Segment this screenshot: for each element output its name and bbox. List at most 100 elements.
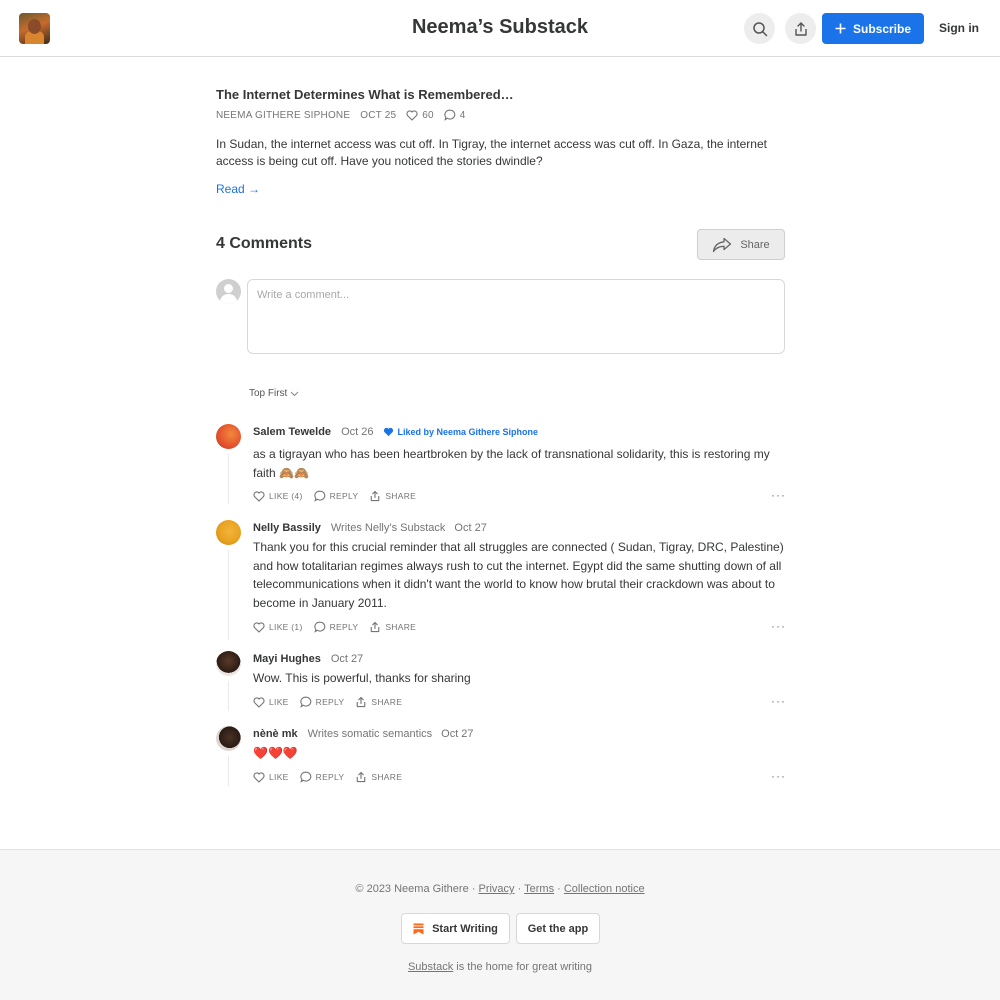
comment-bubble-icon [299,696,311,708]
upload-share-icon [357,696,366,708]
avatar[interactable] [216,651,241,676]
comment-body: Thank you for this crucial reminder that… [253,540,784,610]
like-button[interactable]: LIKE (4) [253,490,303,502]
reply-label: REPLY [329,491,359,501]
comment-actions: LIKE REPLY SHARE [253,696,413,708]
like-label: LIKE [269,697,289,707]
share-label: SHARE [385,622,417,632]
like-button[interactable]: LIKE [253,696,289,708]
comments-heading: 4 Comments [216,235,313,252]
chevron-down-icon [290,391,299,396]
share-comment-button[interactable]: SHARE [355,696,402,708]
reply-button[interactable]: REPLY [313,490,359,502]
thread-line [228,550,229,640]
share-arrow-icon [713,237,732,252]
heart-icon [406,109,418,121]
heart-icon [253,696,265,708]
privacy-link[interactable]: Privacy [478,883,514,895]
comment-bubble-icon [313,621,325,633]
reply-button[interactable]: REPLY [299,696,345,708]
like-label: LIKE (4) [269,491,303,501]
comment-header: nènè mk Writes somatic semantics Oct 27 [253,728,484,740]
substack-logo-icon [413,923,424,934]
comment-header: Nelly Bassily Writes Nelly’s Substack Oc… [253,522,497,534]
comment-author-publication[interactable]: Writes Nelly’s Substack [331,522,446,534]
share-label: SHARE [371,772,403,782]
liked-by-badge: Liked by Neema Githere Siphone [383,427,538,437]
footer: © 2023 Neema Githere · Privacy · Terms ·… [0,849,1000,1000]
like-button[interactable]: LIKE (1) [253,621,303,633]
comment-header: Mayi Hughes Oct 27 [253,653,373,665]
sort-label: Top First [249,388,288,399]
get-app-button[interactable]: Get the app [516,913,600,944]
like-label: LIKE [269,772,289,782]
comment-date[interactable]: Oct 27 [331,653,363,665]
more-options-icon[interactable]: ··· [771,488,786,502]
comment-author[interactable]: Mayi Hughes [253,653,321,665]
post-comment-count: 4 [459,109,466,121]
sign-in-link[interactable]: Sign in [939,21,979,35]
comment-author[interactable]: Salem Tewelde [253,426,331,438]
avatar[interactable] [216,424,241,449]
comment-body: ❤️❤️❤️ [253,746,298,760]
comment-author-publication[interactable]: Writes somatic semantics [308,728,433,740]
share-label: SHARE [371,697,403,707]
comment-actions: LIKE (1) REPLY SHARE [253,621,427,633]
comment-body: as a tigrayan who has been heartbroken b… [253,447,770,480]
more-options-icon[interactable]: ··· [771,769,786,783]
like-button[interactable]: LIKE [253,771,289,783]
share-button[interactable]: Share [697,229,785,260]
comment-header: Salem Tewelde Oct 26 Liked by Neema Gith… [253,426,538,438]
terms-link[interactable]: Terms [524,883,554,895]
liked-by-text: Liked by Neema Githere Siphone [397,427,539,437]
collection-notice-link[interactable]: Collection notice [564,883,645,895]
start-writing-button[interactable]: Start Writing [401,913,510,944]
comment-input[interactable] [247,279,785,354]
share-label: SHARE [385,491,417,501]
footer-legal-line: © 2023 Neema Githere · Privacy · Terms ·… [355,883,645,895]
reply-button[interactable]: REPLY [299,771,345,783]
share-comment-button[interactable]: SHARE [355,771,402,783]
post-comments-button[interactable]: 4 [444,109,466,121]
read-link[interactable]: Read → [216,182,260,196]
post-meta: NEEMA GITHERE SIPHONE OCT 25 60 4 [216,109,476,121]
heart-icon [253,621,265,633]
comment-body: Wow. This is powerful, thanks for sharin… [253,671,471,685]
upload-share-icon [794,21,807,36]
share-comment-button[interactable]: SHARE [369,490,416,502]
sort-dropdown[interactable]: Top First [249,388,299,399]
comment-author[interactable]: Nelly Bassily [253,522,321,534]
post-author[interactable]: NEEMA GITHERE SIPHONE [216,110,350,121]
thread-line [228,681,229,711]
search-button[interactable] [744,13,775,44]
top-bar: Neema’s Substack Subscribe Sign in [0,0,1000,57]
more-options-icon[interactable]: ··· [771,694,786,708]
comment-actions: LIKE REPLY SHARE [253,771,413,783]
more-options-icon[interactable]: ··· [771,619,786,633]
comment-date[interactable]: Oct 27 [454,522,486,534]
share-publication-button[interactable] [785,13,816,44]
reply-label: REPLY [315,697,345,707]
post-like-button[interactable]: 60 [406,110,434,121]
start-writing-label: Start Writing [432,922,498,935]
avatar[interactable] [216,520,241,545]
reply-label: REPLY [315,772,345,782]
post-like-count: 60 [422,109,434,121]
comment-date[interactable]: Oct 27 [441,728,473,740]
like-label: LIKE (1) [269,622,303,632]
subscribe-button[interactable]: Subscribe [822,13,924,44]
reply-label: REPLY [329,622,359,632]
comment-item: Salem Tewelde Oct 26 Liked by Neema Gith… [216,424,786,504]
post-title[interactable]: The Internet Determines What is Remember… [216,87,514,102]
substack-link[interactable]: Substack [408,961,453,973]
comment-actions: LIKE (4) REPLY SHARE [253,490,427,502]
comment-author[interactable]: nènè mk [253,728,298,740]
footer-tagline: Substack is the home for great writing [0,961,1000,973]
search-icon [752,21,767,36]
reply-button[interactable]: REPLY [313,621,359,633]
comment-date[interactable]: Oct 26 [341,426,373,438]
comment-bubble-icon [299,771,311,783]
share-comment-button[interactable]: SHARE [369,621,416,633]
avatar[interactable] [216,726,241,751]
heart-icon [253,490,265,502]
